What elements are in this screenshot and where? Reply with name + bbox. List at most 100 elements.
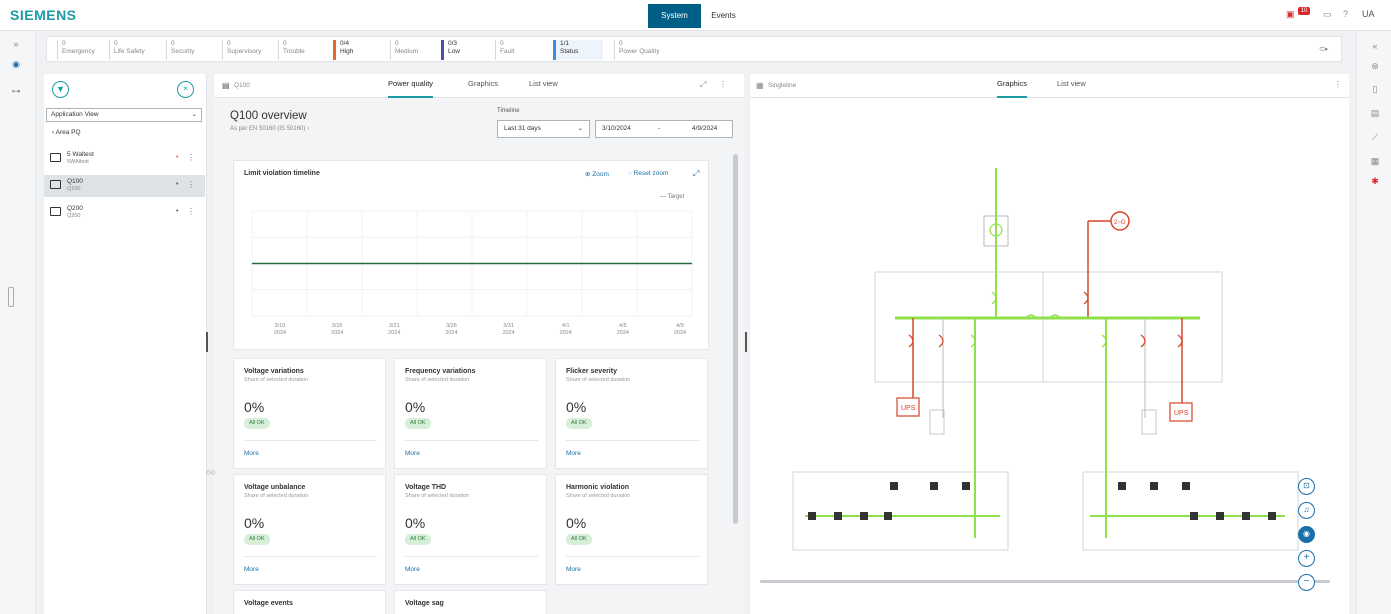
date-range-input[interactable]: 3/10/2024 - 4/9/2024	[595, 120, 733, 138]
x-tick-label: 3/10	[275, 323, 286, 329]
status-item-emergency[interactable]: 0 Emergency	[57, 40, 105, 60]
tree-item-q100[interactable]: Q100 Q100 • ⋮	[44, 175, 205, 197]
more-icon[interactable]: ⋮	[187, 180, 195, 189]
kpi-card-flicker-severity: Flicker severity Share of selected durati…	[555, 358, 708, 469]
card-title: Harmonic violation	[566, 484, 630, 491]
expand-icon[interactable]: ⤢	[700, 80, 706, 90]
tree-icon[interactable]: ⊶	[6, 86, 26, 97]
card-subtitle: Share of selected duration	[244, 377, 309, 383]
singleline-panel: ▦ Singleline Graphics List view ⋮ 2~G UP…	[750, 74, 1349, 614]
nav-system-tab[interactable]: System	[648, 4, 701, 28]
tree-item-subtitle: Q100	[67, 186, 81, 192]
panel-splitter[interactable]	[745, 332, 747, 352]
alarm-bell-icon[interactable]: ▣	[1286, 9, 1295, 20]
tree-item-q200[interactable]: Q200 Q200 • ⋮	[44, 202, 205, 224]
card-title: Voltage events	[244, 600, 293, 607]
card-value: 0%	[566, 399, 587, 415]
card-subtitle: Share of selected duration	[244, 493, 309, 499]
splitter-handle-icon[interactable]: ◇◇	[206, 469, 215, 476]
tab-power-quality[interactable]: Power quality	[388, 79, 434, 98]
status-item-supervisory[interactable]: 0 Supervisory	[222, 40, 270, 60]
tree-item-title: Q100	[67, 178, 83, 185]
alarm-icon[interactable]: ✱	[1365, 176, 1385, 187]
filter-icon[interactable]: ▼	[52, 81, 69, 98]
status-item-fault[interactable]: 0 Fault	[495, 40, 543, 60]
fit-view-icon[interactable]: ⊡	[1298, 478, 1315, 495]
back-link[interactable]: ‹ Area PQ	[52, 129, 81, 136]
nav-events-tab[interactable]: Events	[701, 4, 746, 28]
status-item-trouble[interactable]: 0 Trouble	[278, 40, 326, 60]
more-icon[interactable]: ⋮	[187, 153, 195, 162]
status-item-power-quality[interactable]: 0 Power Quality	[614, 40, 662, 60]
trend-icon[interactable]: ⟋	[1365, 132, 1385, 143]
x-tick-label: 2024	[388, 330, 400, 336]
tab-sl-list-view[interactable]: List view	[1057, 79, 1086, 98]
power-meter	[808, 512, 816, 520]
card-more-link[interactable]: More	[405, 566, 420, 573]
zoom-in-icon[interactable]: +	[1298, 550, 1315, 567]
x-tick-label: 3/21	[389, 323, 400, 329]
horizontal-scrollbar[interactable]	[760, 580, 1330, 583]
zoom-out-icon[interactable]: −	[1298, 574, 1315, 591]
status-badge: All OK	[405, 418, 431, 429]
status-item-high[interactable]: 0/4 High	[333, 40, 381, 60]
more-icon[interactable]: ⋮	[187, 207, 195, 216]
card-more-link[interactable]: More	[244, 450, 259, 457]
status-bar: 0 Emergency 0 Life Safety 0 Security 0 Supervis…	[46, 36, 1342, 62]
status-label: Status	[560, 48, 579, 55]
tab-list-view[interactable]: List view	[529, 79, 558, 98]
tree-item-5-waltest[interactable]: 5 Waltest 5WAltest • ⋮	[44, 148, 205, 170]
view-eye-icon[interactable]: ◉	[1298, 526, 1315, 543]
overview-subtitle[interactable]: As per EN 50160 (IS 50160) ›	[230, 126, 309, 132]
chevron-down-icon: ⌄	[577, 125, 583, 132]
statusbar-toggle-icon[interactable]: ⊂▸	[1319, 45, 1328, 53]
kpi-card-voltage-events: Voltage events	[233, 590, 386, 614]
more-icon[interactable]: ⋮	[1334, 80, 1342, 89]
power-meter	[962, 482, 970, 490]
status-item-life-safety[interactable]: 0 Life Safety	[109, 40, 157, 60]
eye-icon[interactable]: ◉	[6, 59, 26, 70]
status-count: 0	[114, 40, 118, 47]
panel-icon[interactable]: ▤	[1365, 108, 1385, 119]
user-avatar[interactable]: UA	[1362, 9, 1375, 19]
status-item-medium[interactable]: 0 Medium	[390, 40, 438, 60]
more-icon[interactable]: ⋮	[719, 80, 727, 89]
card-more-link[interactable]: More	[405, 450, 420, 457]
tree-splitter[interactable]	[206, 332, 208, 352]
divider	[244, 556, 377, 557]
power-meter	[1242, 512, 1250, 520]
status-item-security[interactable]: 0 Security	[166, 40, 214, 60]
scrollbar-thumb[interactable]	[733, 154, 738, 524]
collapse-icon[interactable]: «	[1365, 41, 1385, 51]
rail-handle[interactable]	[8, 287, 14, 307]
left-rail: » ◉ ⊶	[0, 31, 36, 614]
status-badge: All OK	[566, 534, 592, 545]
power-meter	[1216, 512, 1224, 520]
status-item-low[interactable]: 0/3 Low	[441, 40, 489, 60]
close-icon[interactable]: ×	[177, 81, 194, 98]
bell-icon[interactable]: ♫	[1298, 502, 1315, 519]
tab-graphics[interactable]: Graphics	[468, 79, 498, 98]
compass-icon[interactable]: ⊛	[1365, 61, 1385, 72]
status-label: Trouble	[283, 48, 305, 55]
help-icon[interactable]: ?	[1343, 9, 1348, 19]
power-meter	[1190, 512, 1198, 520]
card-more-link[interactable]: More	[244, 566, 259, 573]
tab-sl-graphics[interactable]: Graphics	[997, 79, 1028, 98]
status-item-status[interactable]: 1/1 Status	[553, 40, 603, 60]
card-more-link[interactable]: More	[566, 566, 581, 573]
chevron-right-icon: ›	[305, 126, 310, 132]
expand-icon[interactable]: »	[6, 39, 26, 49]
status-count: 0/3	[448, 40, 458, 47]
view-select[interactable]: Application View ⌄	[46, 108, 202, 122]
card-more-link[interactable]: More	[566, 450, 581, 457]
siemens-logo: SIEMENS	[10, 7, 77, 23]
report-icon[interactable]: ▦	[1365, 156, 1385, 167]
limit-violation-chart-card: Limit violation timeline ⊕ Zoom ◌ Reset …	[233, 160, 709, 350]
kpi-card-voltage-thd: Voltage THD Share of selected duration 0% A…	[394, 474, 547, 585]
document-icon[interactable]: ▯	[1365, 84, 1385, 95]
status-count: 0	[283, 40, 287, 47]
status-count: 0	[62, 40, 66, 47]
window-icon[interactable]: ▭	[1323, 9, 1332, 20]
timeline-select[interactable]: Last 31 days ⌄	[497, 120, 590, 138]
